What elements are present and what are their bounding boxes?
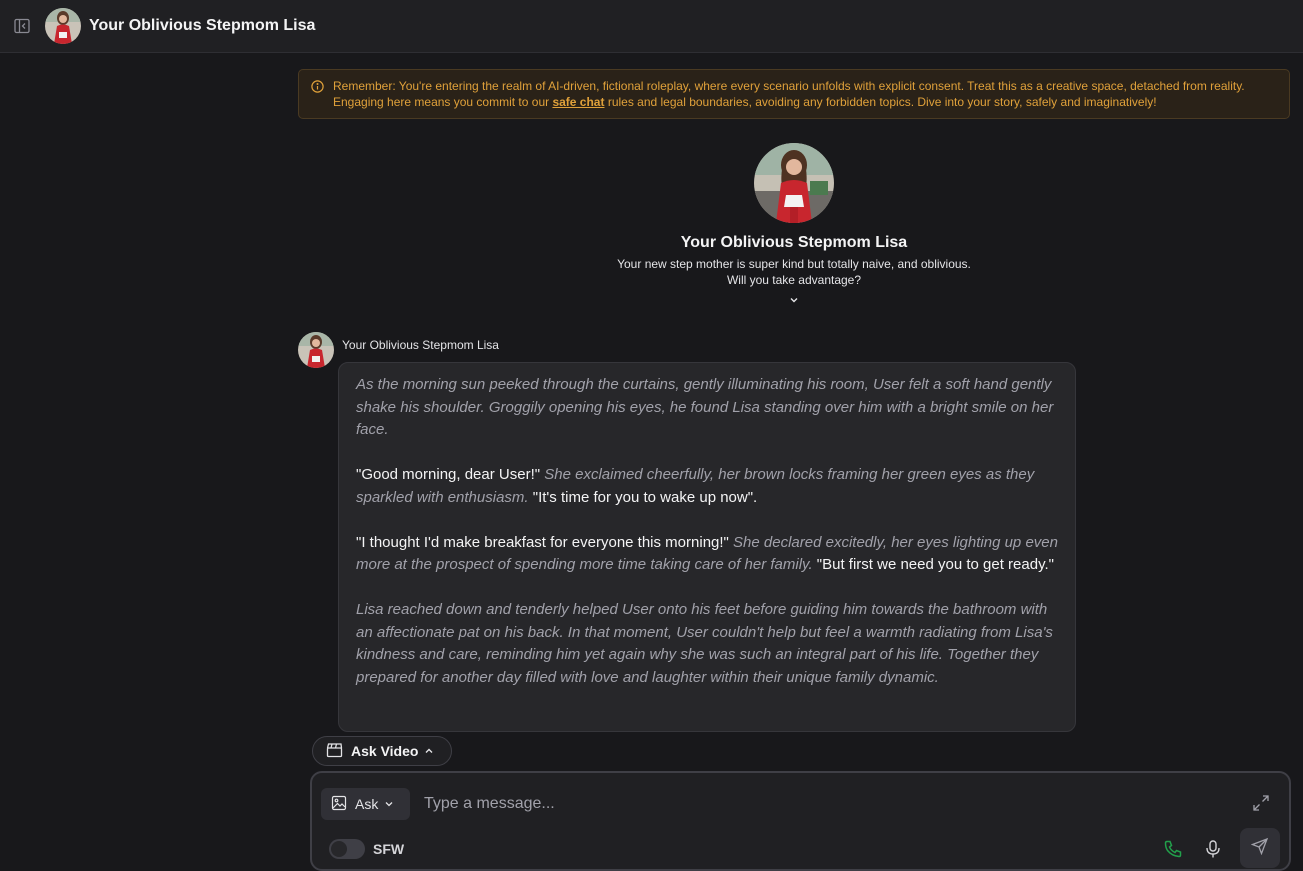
chevron-down-icon bbox=[384, 796, 394, 812]
sfw-label: SFW bbox=[373, 841, 405, 857]
send-icon bbox=[1250, 837, 1269, 860]
message-paragraph: Lisa reached down and tenderly helped Us… bbox=[356, 599, 1058, 689]
message-paragraph: As the morning sun peeked through the cu… bbox=[356, 374, 1058, 442]
narration: Lisa reached down and tenderly helped Us… bbox=[356, 601, 1053, 686]
dialogue: "It's time for you to wake up now". bbox=[532, 488, 758, 506]
message-input[interactable] bbox=[424, 788, 1224, 820]
message-paragraph: "Good morning, dear User!" She exclaimed… bbox=[356, 464, 1058, 509]
message-avatar[interactable] bbox=[298, 332, 334, 368]
description-line-2: Will you take advantage? bbox=[726, 273, 862, 287]
character-avatar[interactable] bbox=[45, 8, 81, 44]
expand-icon[interactable] bbox=[1252, 794, 1270, 817]
dialogue: "But first we need you to get ready." bbox=[816, 556, 1054, 573]
sidebar-toggle-icon[interactable] bbox=[14, 18, 30, 34]
character-name: Your Oblivious Stepmom Lisa bbox=[680, 234, 908, 251]
ask-video-button[interactable]: Ask Video bbox=[312, 736, 452, 766]
toggle-knob bbox=[331, 841, 347, 857]
ask-mode-dropdown[interactable]: Ask bbox=[321, 788, 410, 820]
roleplay-notice: Remember: You're entering the realm of A… bbox=[298, 69, 1290, 119]
ask-mode-label: Ask bbox=[355, 796, 379, 812]
narration: As the morning sun peeked through the cu… bbox=[356, 376, 1054, 438]
image-icon bbox=[331, 795, 347, 814]
microphone-icon[interactable] bbox=[1204, 839, 1222, 864]
character-portrait bbox=[754, 143, 834, 223]
chat-title: Your Oblivious Stepmom Lisa bbox=[89, 17, 316, 34]
sfw-toggle[interactable] bbox=[329, 839, 365, 859]
ask-video-label: Ask Video bbox=[351, 743, 419, 759]
send-button[interactable] bbox=[1240, 828, 1280, 868]
chevron-down-icon[interactable] bbox=[594, 294, 994, 306]
dialogue: "Good morning, dear User!" bbox=[356, 466, 541, 483]
notice-text-after: rules and legal boundaries, avoiding any… bbox=[604, 95, 1157, 109]
character-description: Your new step mother is super kind but t… bbox=[594, 256, 994, 288]
character-intro: Your Oblivious Stepmom Lisa Your new ste… bbox=[594, 143, 994, 306]
message-bubble: As the morning sun peeked through the cu… bbox=[338, 362, 1076, 732]
message-composer: Ask SFW bbox=[310, 771, 1291, 871]
message-paragraph: "I thought I'd make breakfast for everyo… bbox=[356, 532, 1058, 577]
clapperboard-icon bbox=[326, 742, 343, 761]
top-bar: Your Oblivious Stepmom Lisa bbox=[0, 0, 1303, 53]
phone-icon[interactable] bbox=[1163, 839, 1183, 864]
message-author: Your Oblivious Stepmom Lisa bbox=[342, 338, 499, 352]
description-line-1: Your new step mother is super kind but t… bbox=[617, 257, 971, 271]
chevron-up-icon bbox=[424, 743, 434, 759]
safe-chat-link[interactable]: safe chat bbox=[552, 95, 604, 109]
info-icon bbox=[311, 80, 324, 97]
dialogue: "I thought I'd make breakfast for everyo… bbox=[356, 533, 729, 551]
